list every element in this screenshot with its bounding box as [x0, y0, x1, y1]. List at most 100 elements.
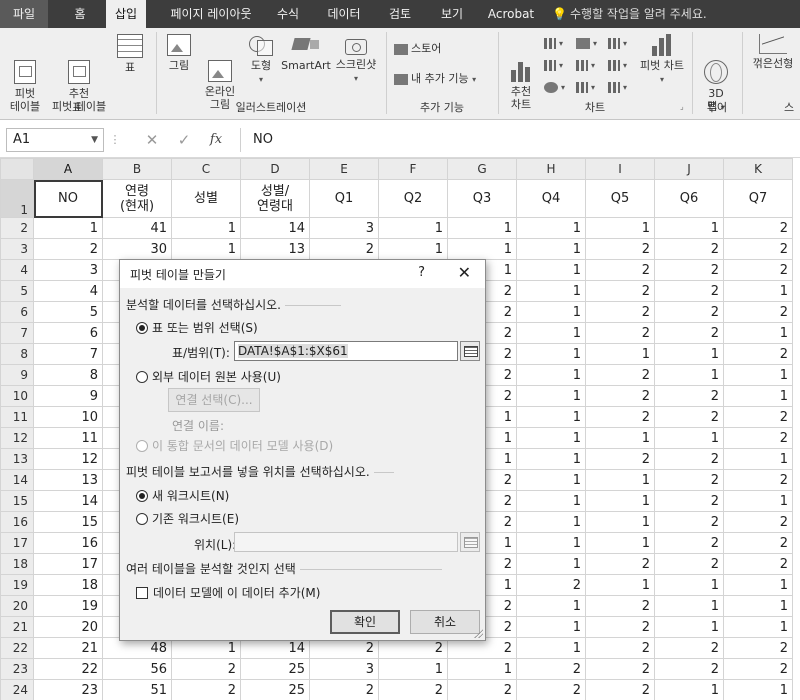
row-header[interactable]: 5: [0, 280, 34, 302]
cell[interactable]: 1: [171, 217, 241, 239]
cell[interactable]: 1: [516, 469, 586, 491]
cell[interactable]: 2: [723, 238, 793, 260]
cell[interactable]: 2: [723, 532, 793, 554]
combo-chart-button[interactable]: ▾: [608, 58, 627, 71]
tab-formulas[interactable]: 수식: [266, 0, 310, 28]
cell[interactable]: 1: [585, 511, 655, 533]
cell[interactable]: 4: [33, 280, 103, 302]
cell[interactable]: 1: [723, 574, 793, 596]
row-header[interactable]: 13: [0, 448, 34, 470]
cell[interactable]: 2: [654, 259, 724, 281]
cell[interactable]: 2: [171, 658, 241, 680]
cell[interactable]: 1: [723, 280, 793, 302]
pie-chart-button[interactable]: ▾: [544, 80, 565, 93]
cell[interactable]: 2: [516, 658, 586, 680]
cell[interactable]: 1: [585, 490, 655, 512]
insert-function-icon[interactable]: fx: [204, 128, 228, 152]
cell[interactable]: 1: [585, 574, 655, 596]
cell[interactable]: 15: [33, 511, 103, 533]
waterfall-chart-button[interactable]: ▾: [608, 36, 627, 49]
cell[interactable]: 2: [723, 343, 793, 365]
line-chart-button[interactable]: ▾: [544, 58, 563, 71]
row-header[interactable]: 18: [0, 553, 34, 575]
resize-grip-icon[interactable]: [473, 628, 483, 638]
cell[interactable]: 2: [585, 616, 655, 638]
cell[interactable]: 1: [516, 364, 586, 386]
cell[interactable]: 14: [33, 490, 103, 512]
cell[interactable]: 1: [516, 280, 586, 302]
pivot-chart-button[interactable]: 피벗 차트 ▾: [636, 34, 688, 86]
formula-input[interactable]: NO: [240, 128, 796, 152]
cell[interactable]: 2: [654, 511, 724, 533]
close-icon[interactable]: ✕: [458, 263, 471, 282]
cell[interactable]: 2: [585, 364, 655, 386]
cell[interactable]: 2: [516, 679, 586, 700]
cell[interactable]: 2: [723, 406, 793, 428]
column-header-d[interactable]: D: [240, 158, 310, 180]
cell[interactable]: 5: [33, 301, 103, 323]
row-header[interactable]: 6: [0, 301, 34, 323]
table-button[interactable]: 표: [110, 34, 150, 74]
row-header[interactable]: 8: [0, 343, 34, 365]
cell[interactable]: 1: [378, 658, 448, 680]
cell[interactable]: 1: [516, 427, 586, 449]
cell[interactable]: 2: [585, 301, 655, 323]
cell[interactable]: 3: [33, 259, 103, 281]
row-header[interactable]: 15: [0, 490, 34, 512]
tab-review[interactable]: 검토: [378, 0, 422, 28]
cell[interactable]: 1: [171, 238, 241, 260]
cell[interactable]: 2: [723, 427, 793, 449]
row-header[interactable]: 20: [0, 595, 34, 617]
radio-data-model[interactable]: 이 통합 문서의 데이터 모델 사용(D): [136, 437, 333, 454]
cell[interactable]: 1: [585, 343, 655, 365]
cell[interactable]: 21: [33, 637, 103, 659]
cell[interactable]: 1: [516, 637, 586, 659]
cell[interactable]: 2: [654, 385, 724, 407]
name-box[interactable]: A1 ▼: [6, 128, 104, 152]
column-header-f[interactable]: F: [378, 158, 448, 180]
cell[interactable]: 1: [723, 679, 793, 700]
cancel-button[interactable]: 취소: [410, 610, 480, 634]
cell[interactable]: 2: [723, 217, 793, 239]
cell[interactable]: 17: [33, 553, 103, 575]
cell[interactable]: 2: [585, 259, 655, 281]
cell[interactable]: 1: [654, 343, 724, 365]
cell[interactable]: 2: [585, 238, 655, 260]
cancel-icon[interactable]: ✕: [140, 128, 164, 152]
cell[interactable]: 14: [240, 217, 310, 239]
column-header-i[interactable]: I: [585, 158, 655, 180]
column-header-a[interactable]: A: [33, 158, 103, 180]
smartart-button[interactable]: SmartArt: [280, 34, 332, 72]
radar-chart-button[interactable]: ▾: [608, 80, 627, 93]
header-cell[interactable]: NO: [33, 179, 103, 218]
cell[interactable]: 2: [654, 280, 724, 302]
radio-existing-worksheet[interactable]: 기존 워크시트(E): [136, 510, 239, 527]
cell[interactable]: 1: [516, 238, 586, 260]
cell[interactable]: 2: [654, 490, 724, 512]
cell[interactable]: 2: [309, 238, 379, 260]
row-header[interactable]: 3: [0, 238, 34, 260]
cell[interactable]: 1: [516, 595, 586, 617]
cell[interactable]: 41: [102, 217, 172, 239]
cell[interactable]: 1: [378, 217, 448, 239]
cell[interactable]: 1: [654, 427, 724, 449]
tell-me-box[interactable]: 수행할 작업을 알려 주세요.: [570, 0, 720, 28]
cell[interactable]: 1: [516, 616, 586, 638]
cell[interactable]: 2: [585, 595, 655, 617]
cell[interactable]: 16: [33, 532, 103, 554]
header-cell[interactable]: 성별: [171, 179, 241, 218]
cell[interactable]: 11: [33, 427, 103, 449]
cell[interactable]: 1: [723, 364, 793, 386]
shapes-button[interactable]: 도형 ▾: [244, 34, 278, 86]
tab-data[interactable]: 데이터: [318, 0, 370, 28]
cell[interactable]: 2: [171, 679, 241, 700]
header-cell[interactable]: Q3: [447, 179, 517, 218]
cell[interactable]: 2: [33, 238, 103, 260]
cell[interactable]: 10: [33, 406, 103, 428]
cell[interactable]: 2: [585, 448, 655, 470]
location-picker-icon[interactable]: [460, 532, 480, 552]
header-cell[interactable]: Q4: [516, 179, 586, 218]
charts-launcher-icon[interactable]: ⌟: [680, 102, 684, 111]
location-input[interactable]: [234, 532, 458, 552]
cell[interactable]: 25: [240, 679, 310, 700]
